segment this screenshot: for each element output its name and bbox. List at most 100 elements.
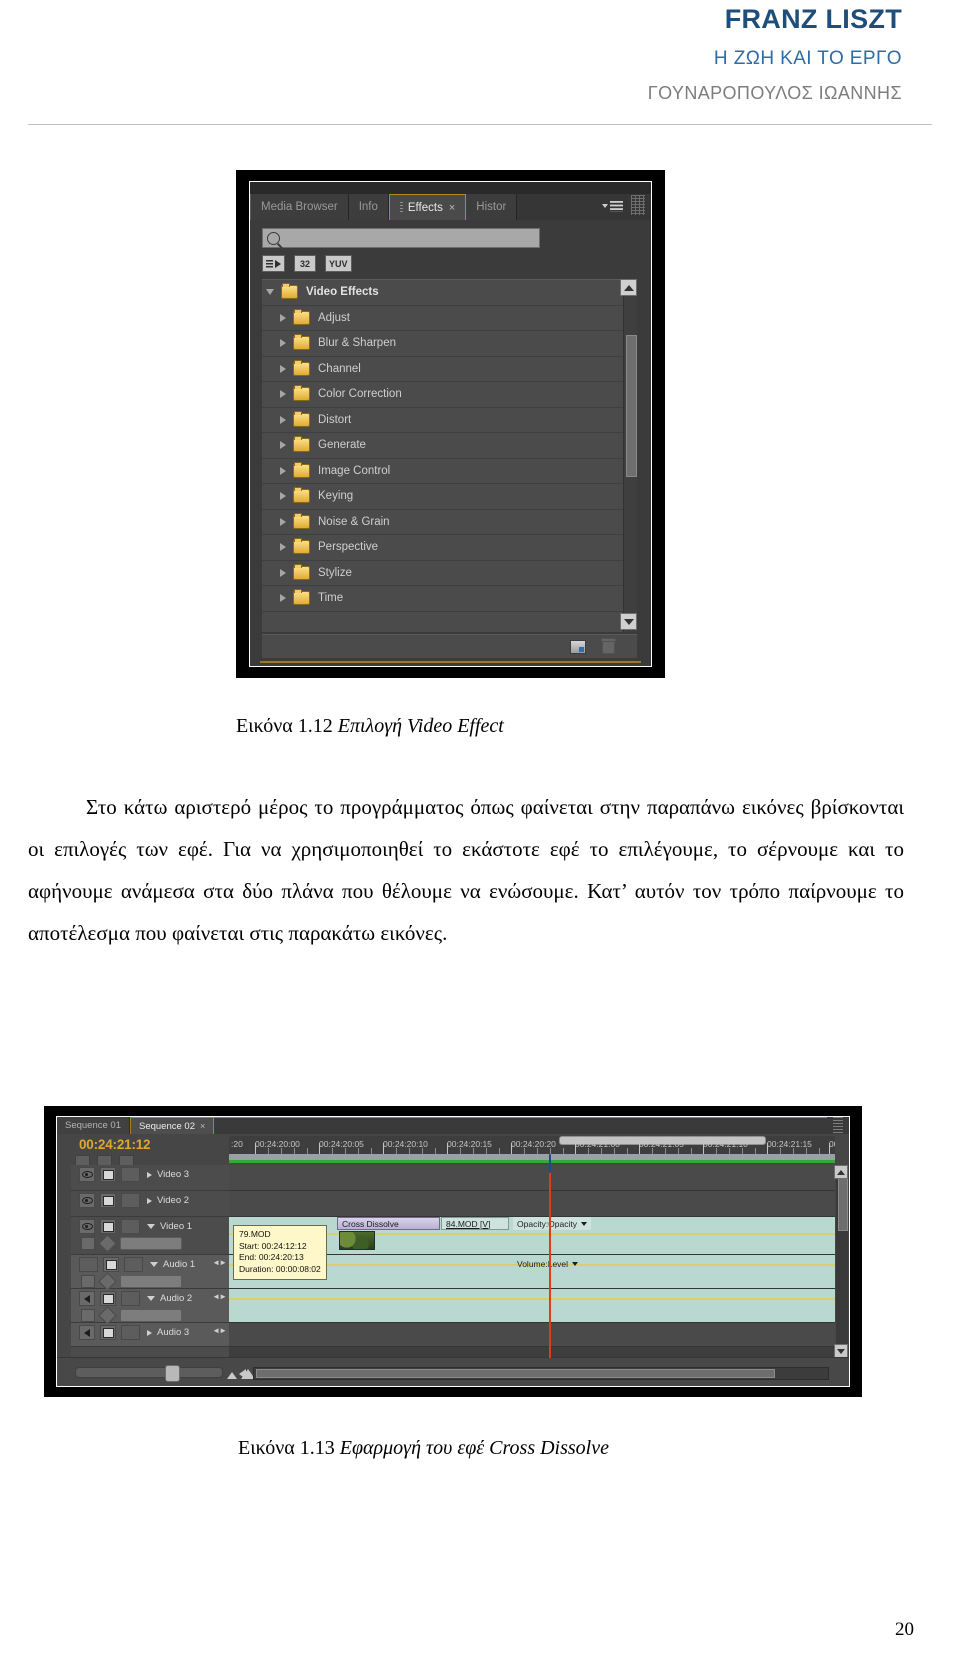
timeline-horizontal-scrollbar[interactable] bbox=[253, 1367, 829, 1380]
close-icon[interactable]: × bbox=[449, 202, 455, 214]
chevron-right-icon[interactable] bbox=[147, 1329, 152, 1336]
tab-info[interactable]: Info bbox=[348, 194, 389, 220]
accelerated-effects-filter-button[interactable] bbox=[262, 255, 285, 272]
track-header-audio-1[interactable]: Audio 1 ◄► bbox=[71, 1255, 229, 1291]
scroll-up-button[interactable] bbox=[834, 1165, 848, 1179]
chevron-down-icon[interactable] bbox=[147, 1296, 155, 1301]
playhead-line[interactable] bbox=[549, 1165, 551, 1358]
tree-item-perspective[interactable]: Perspective bbox=[262, 535, 637, 561]
timeline-panel-menu-button[interactable] bbox=[827, 1117, 849, 1134]
tab-media-browser[interactable]: Media Browser bbox=[250, 194, 349, 220]
yuv-filter-button[interactable]: YUV bbox=[325, 255, 352, 272]
tree-item-generate[interactable]: Generate bbox=[262, 433, 637, 459]
tab-sequence-01[interactable]: Sequence 01 bbox=[57, 1117, 130, 1134]
scroll-down-button[interactable] bbox=[620, 613, 637, 630]
current-timecode[interactable]: 00:24:21:12 bbox=[79, 1137, 151, 1152]
new-custom-bin-icon[interactable] bbox=[570, 639, 586, 654]
chevron-right-icon[interactable] bbox=[280, 594, 286, 603]
chevron-down-icon[interactable] bbox=[266, 289, 274, 296]
keyframe-diamond-icon[interactable] bbox=[98, 1272, 117, 1291]
speaker-icon[interactable] bbox=[79, 1291, 95, 1306]
effects-tree[interactable]: Video Effects Adjust Blur & Sharpen Chan… bbox=[262, 279, 637, 632]
delete-custom-item-icon[interactable] bbox=[601, 637, 616, 654]
chevron-right-icon[interactable] bbox=[280, 568, 286, 577]
track-content-audio-2[interactable] bbox=[229, 1289, 835, 1323]
zoom-slider-thumb[interactable] bbox=[165, 1365, 180, 1382]
solo-icon[interactable] bbox=[103, 1257, 119, 1272]
chevron-right-icon[interactable] bbox=[280, 339, 286, 348]
zoom-slider-track[interactable] bbox=[75, 1367, 223, 1378]
track-header-video-3[interactable]: Video 3 bbox=[71, 1165, 229, 1191]
eye-icon[interactable] bbox=[79, 1219, 95, 1234]
set-display-style-icon[interactable] bbox=[81, 1237, 95, 1250]
chevron-right-icon[interactable] bbox=[280, 543, 286, 552]
scrollbar-thumb[interactable] bbox=[626, 335, 637, 477]
scroll-left-button[interactable] bbox=[239, 1369, 246, 1379]
tree-item-blur-and-sharpen[interactable]: Blur & Sharpen bbox=[262, 331, 637, 357]
tree-item-video-effects[interactable]: Video Effects bbox=[262, 280, 637, 306]
chevron-right-icon[interactable] bbox=[147, 1197, 152, 1204]
tree-item-noise-and-grain[interactable]: Noise & Grain bbox=[262, 510, 637, 535]
scroll-up-button[interactable] bbox=[620, 279, 637, 296]
keyframe-nav-pill[interactable] bbox=[120, 1237, 182, 1250]
chevron-down-icon[interactable] bbox=[147, 1224, 155, 1229]
eye-icon[interactable] bbox=[79, 1167, 95, 1182]
effect-parameter-dropdown[interactable]: Opacity:Opacity bbox=[513, 1217, 591, 1230]
close-icon[interactable]: × bbox=[200, 1121, 205, 1131]
tab-history[interactable]: Histor bbox=[466, 194, 518, 220]
speaker-icon[interactable] bbox=[79, 1325, 95, 1340]
chevron-right-icon[interactable] bbox=[280, 415, 286, 424]
tree-item-stylize[interactable]: Stylize bbox=[262, 561, 637, 586]
chevron-right-icon[interactable] bbox=[280, 441, 286, 450]
resize-handle-icon[interactable]: ◄► bbox=[212, 1326, 227, 1335]
film-icon[interactable] bbox=[100, 1219, 116, 1234]
tree-item-time[interactable]: Time bbox=[262, 586, 637, 612]
audio-parameter-dropdown[interactable]: Volume:Level bbox=[513, 1257, 582, 1270]
keyframe-diamond-icon[interactable] bbox=[98, 1234, 117, 1253]
timeline-tracks-area[interactable]: Cross Dissolve 84.MOD [V] Opacity:Opacit… bbox=[229, 1165, 835, 1358]
tree-item-color-correction[interactable]: Color Correction bbox=[262, 382, 637, 408]
volume-rubber-band[interactable] bbox=[229, 1298, 835, 1300]
tab-sequence-02[interactable]: Sequence 02 × bbox=[130, 1117, 215, 1134]
film-icon[interactable] bbox=[100, 1193, 116, 1208]
lock-toggle[interactable] bbox=[121, 1193, 140, 1208]
keyframe-diamond-icon[interactable] bbox=[98, 1306, 117, 1325]
track-header-audio-3[interactable]: Audio 3 ◄► bbox=[71, 1323, 229, 1347]
eye-icon[interactable] bbox=[79, 1193, 95, 1208]
chevron-right-icon[interactable] bbox=[147, 1171, 152, 1178]
tree-item-distort[interactable]: Distort bbox=[262, 408, 637, 433]
32-bit-color-filter-button[interactable]: 32 bbox=[294, 255, 316, 272]
track-content-video-2[interactable] bbox=[229, 1191, 835, 1217]
chevron-right-icon[interactable] bbox=[280, 390, 286, 399]
tab-effects[interactable]: Effects × bbox=[388, 194, 467, 220]
timeline-vertical-scrollbar[interactable] bbox=[836, 1165, 848, 1358]
chevron-right-icon[interactable] bbox=[280, 492, 286, 501]
chevron-down-icon[interactable] bbox=[150, 1262, 158, 1267]
solo-icon[interactable] bbox=[100, 1325, 116, 1340]
track-header-video-1[interactable]: Video 1 bbox=[71, 1217, 229, 1255]
chevron-right-icon[interactable] bbox=[280, 466, 286, 475]
solo-icon[interactable] bbox=[100, 1291, 116, 1306]
scrollbar-thumb[interactable] bbox=[256, 1369, 775, 1378]
panel-drag-handle[interactable] bbox=[631, 195, 645, 215]
lock-toggle[interactable] bbox=[121, 1291, 140, 1306]
chevron-right-icon[interactable] bbox=[280, 313, 286, 322]
tree-item-keying[interactable]: Keying bbox=[262, 484, 637, 510]
transition-cross-dissolve[interactable]: Cross Dissolve bbox=[337, 1217, 440, 1230]
search-input[interactable] bbox=[262, 228, 540, 248]
resize-handle-icon[interactable]: ◄► bbox=[212, 1258, 227, 1267]
lock-toggle[interactable] bbox=[121, 1167, 140, 1182]
track-content-video-3[interactable] bbox=[229, 1165, 835, 1191]
film-icon[interactable] bbox=[100, 1167, 116, 1182]
clip-84-mod[interactable]: 84.MOD [V] bbox=[441, 1217, 509, 1230]
track-content-audio-3[interactable] bbox=[229, 1323, 835, 1347]
mute-toggle[interactable] bbox=[79, 1257, 98, 1272]
effects-tree-scrollbar[interactable] bbox=[623, 280, 637, 632]
tree-item-channel[interactable]: Channel bbox=[262, 357, 637, 382]
zoom-out-icon[interactable] bbox=[227, 1372, 237, 1379]
chevron-right-icon[interactable] bbox=[280, 517, 286, 526]
lock-toggle[interactable] bbox=[121, 1325, 140, 1340]
tree-item-adjust[interactable]: Adjust bbox=[262, 306, 637, 331]
set-display-style-icon[interactable] bbox=[81, 1309, 95, 1322]
track-header-video-2[interactable]: Video 2 bbox=[71, 1191, 229, 1217]
